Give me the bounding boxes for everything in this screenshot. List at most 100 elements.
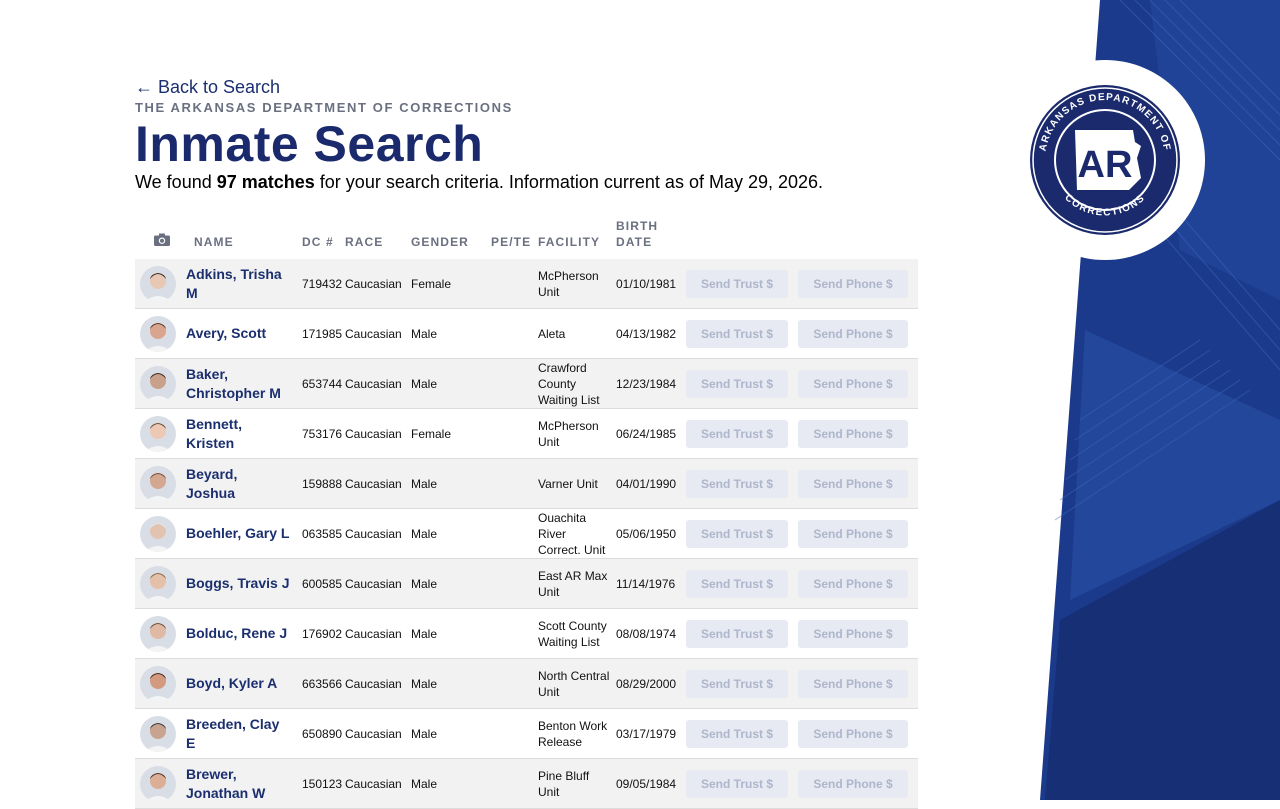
- inmate-photo[interactable]: [140, 765, 176, 802]
- phone-column-header: [798, 218, 918, 259]
- pete: [491, 409, 538, 459]
- race: Caucasian: [345, 726, 402, 741]
- send-phone-button[interactable]: Send Phone $: [798, 419, 908, 448]
- facility: Benton Work Release: [538, 718, 608, 749]
- birth-date: 08/08/1974: [616, 626, 677, 641]
- send-phone-button[interactable]: Send Phone $: [798, 669, 908, 698]
- birth-date: 06/24/1985: [616, 426, 677, 441]
- send-phone-button[interactable]: Send Phone $: [798, 469, 908, 498]
- dc-number: 171985: [302, 326, 343, 341]
- inmate-name-link[interactable]: Beyard, Joshua: [186, 465, 294, 503]
- results-summary: We found 97 matches for your search crit…: [135, 172, 935, 192]
- inmate-photo[interactable]: [140, 315, 176, 352]
- gender-column-header[interactable]: GENDER: [411, 218, 491, 259]
- inmate-name-link[interactable]: Avery, Scott: [186, 324, 294, 343]
- table-row: Breeden, Clay E 650890 Caucasian Male Benton…: [135, 709, 918, 759]
- trust-column-header: [686, 218, 798, 259]
- gender: Female: [411, 426, 452, 441]
- inmate-photo[interactable]: [140, 465, 176, 502]
- table-row: Beyard, Joshua 159888 Caucasian Male Varner …: [135, 458, 918, 509]
- send-trust-button[interactable]: Send Trust $: [686, 619, 788, 648]
- page-title: Inmate Search: [135, 116, 484, 172]
- race: Caucasian: [345, 376, 402, 391]
- photo-cell: [135, 759, 186, 809]
- summary-prefix: We found: [135, 172, 217, 192]
- pete: [491, 659, 538, 709]
- inmate-name-link[interactable]: Breeden, Clay E: [186, 715, 294, 753]
- send-trust-button[interactable]: Send Trust $: [686, 419, 788, 448]
- send-phone-button[interactable]: Send Phone $: [798, 569, 908, 598]
- photo-cell: [135, 359, 186, 409]
- birth-date: 03/17/1979: [616, 726, 677, 741]
- race-column-header[interactable]: RACE: [345, 218, 411, 259]
- facility: McPherson Unit: [538, 268, 599, 299]
- inmate-name-link[interactable]: Bennett, Kristen: [186, 415, 294, 453]
- send-trust-button[interactable]: Send Trust $: [686, 569, 788, 598]
- pete-column-header[interactable]: PE/TE: [491, 218, 538, 259]
- dc-number: 719432: [302, 276, 343, 291]
- send-phone-button[interactable]: Send Phone $: [798, 619, 908, 648]
- send-phone-button[interactable]: Send Phone $: [798, 369, 908, 398]
- send-trust-button[interactable]: Send Trust $: [686, 769, 788, 798]
- inmate-name-link[interactable]: Boyd, Kyler A: [186, 674, 294, 693]
- table-row: Bennett, Kristen 753176 Caucasian Female McP…: [135, 409, 918, 459]
- inmate-photo[interactable]: [140, 665, 176, 702]
- dc-number: 663566: [302, 676, 343, 691]
- table-row: Boyd, Kyler A 663566 Caucasian Male North Ce…: [135, 658, 918, 709]
- inmate-name-link[interactable]: Boehler, Gary L: [186, 524, 294, 543]
- inmate-name-link[interactable]: Adkins, Trisha M: [186, 265, 294, 303]
- gender: Male: [411, 776, 438, 791]
- facility: Varner Unit: [538, 476, 598, 491]
- dc-column-header[interactable]: DC #: [294, 218, 345, 259]
- send-trust-button[interactable]: Send Trust $: [686, 669, 788, 698]
- birth-date-column-header[interactable]: BIRTH DATE: [616, 218, 686, 259]
- send-trust-button[interactable]: Send Trust $: [686, 369, 788, 398]
- inmate-name-link[interactable]: Baker, Christopher M: [186, 365, 294, 403]
- gender: Male: [411, 376, 438, 391]
- dc-number: 600585: [302, 576, 343, 591]
- facility: East AR Max Unit: [538, 568, 608, 599]
- send-trust-button[interactable]: Send Trust $: [686, 319, 788, 348]
- dc-number: 159888: [302, 476, 343, 491]
- inmate-photo[interactable]: [140, 365, 176, 402]
- back-to-search-link[interactable]: ← Back to Search: [135, 76, 280, 98]
- send-phone-button[interactable]: Send Phone $: [798, 719, 908, 748]
- birth-date: 04/13/1982: [616, 326, 677, 341]
- pete: [491, 309, 538, 359]
- department-seal: ARKANSAS DEPARTMENT OF CORRECTIONS AR: [1005, 60, 1205, 260]
- inmate-photo[interactable]: [140, 615, 176, 652]
- inmate-photo[interactable]: [140, 715, 176, 752]
- photo-cell: [135, 459, 186, 509]
- table-row: Brewer, Jonathan W 150123 Caucasian Male Pin…: [135, 758, 918, 809]
- gender: Male: [411, 626, 438, 641]
- inmate-name-link[interactable]: Bolduc, Rene J: [186, 624, 294, 643]
- send-trust-button[interactable]: Send Trust $: [686, 269, 788, 298]
- dc-number: 650890: [302, 726, 343, 741]
- inmate-photo[interactable]: [140, 515, 176, 552]
- name-column-header[interactable]: NAME: [186, 218, 294, 259]
- send-trust-button[interactable]: Send Trust $: [686, 519, 788, 548]
- send-phone-button[interactable]: Send Phone $: [798, 269, 908, 298]
- photo-cell: [135, 659, 186, 709]
- inmate-name-link[interactable]: Boggs, Travis J: [186, 574, 294, 593]
- facility: McPherson Unit: [538, 418, 599, 449]
- photo-cell: [135, 609, 186, 659]
- gender: Male: [411, 676, 438, 691]
- birth-date: 09/05/1984: [616, 776, 677, 791]
- table-row: Adkins, Trisha M 719432 Caucasian Female McP…: [135, 259, 918, 309]
- inmate-photo[interactable]: [140, 415, 176, 452]
- race: Caucasian: [345, 626, 402, 641]
- send-phone-button[interactable]: Send Phone $: [798, 519, 908, 548]
- facility-column-header[interactable]: FACILITY: [538, 218, 616, 259]
- inmate-photo[interactable]: [140, 565, 176, 602]
- send-phone-button[interactable]: Send Phone $: [798, 769, 908, 798]
- pete: [491, 759, 538, 809]
- inmate-photo[interactable]: [140, 265, 176, 302]
- camera-icon: [153, 233, 170, 246]
- results-table: NAME DC # RACE GENDER PE/TE FACILITY BIR…: [135, 218, 918, 809]
- send-trust-button[interactable]: Send Trust $: [686, 469, 788, 498]
- send-trust-button[interactable]: Send Trust $: [686, 719, 788, 748]
- inmate-name-link[interactable]: Brewer, Jonathan W: [186, 765, 294, 803]
- send-phone-button[interactable]: Send Phone $: [798, 319, 908, 348]
- facility: Pine Bluff Unit: [538, 768, 590, 799]
